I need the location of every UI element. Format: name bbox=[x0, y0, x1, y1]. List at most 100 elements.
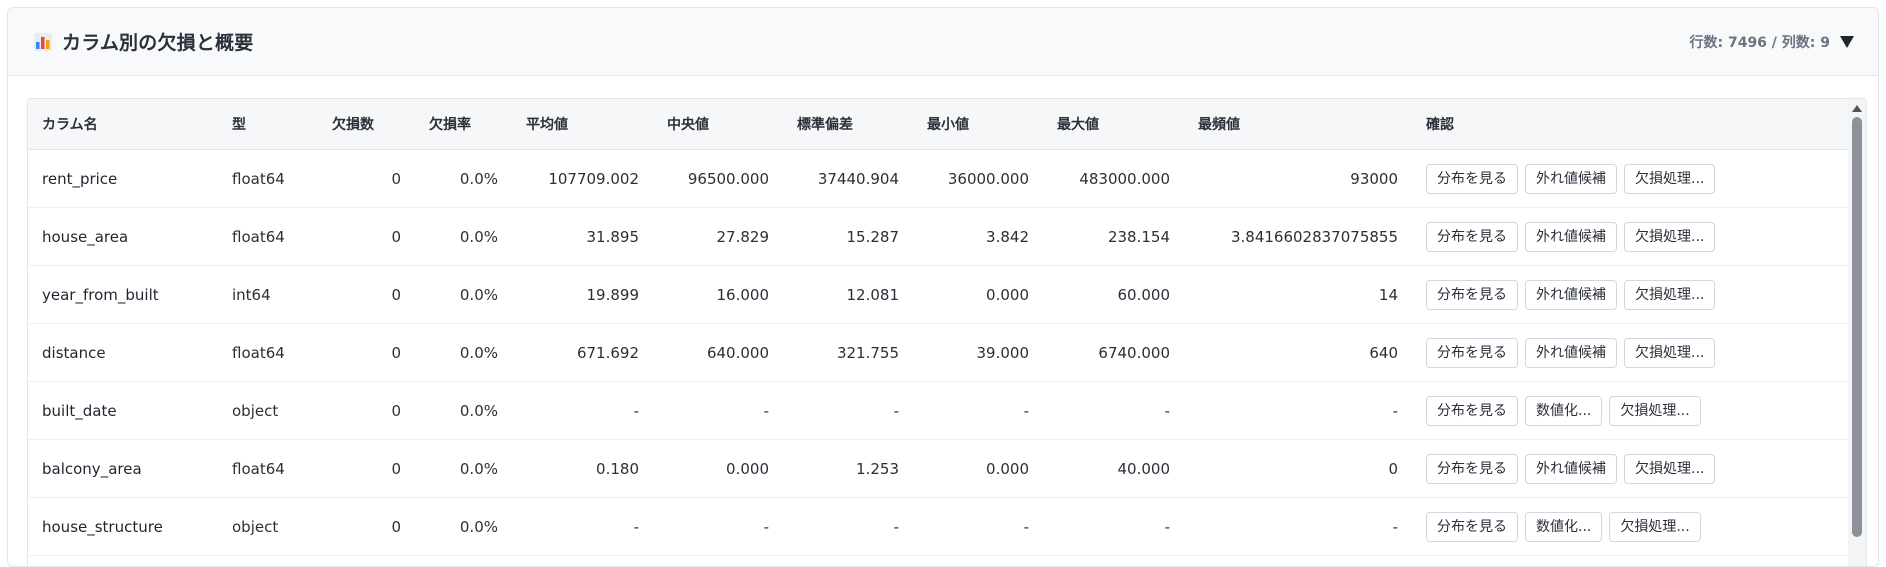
cell-actions: 分布を見る 数値化... 欠損処理... bbox=[1412, 497, 1848, 556]
summary-table-container: カラム名 型 欠損数 欠損率 平均値 中央値 標準偏差 最小値 最大値 最頻値 … bbox=[27, 98, 1867, 566]
vertical-scrollbar[interactable] bbox=[1848, 99, 1866, 566]
header-missing-rate: 欠損率 bbox=[415, 99, 512, 150]
cell-min: 39.000 bbox=[913, 323, 1043, 382]
cell-max: 6740.000 bbox=[1043, 323, 1184, 382]
cell-type: float64 bbox=[218, 149, 318, 208]
cell-mean: 107709.002 bbox=[512, 149, 653, 208]
table-row: balcony_area float64 0 0.0% 0.180 0.000 … bbox=[28, 439, 1848, 498]
cell-min: 36000.000 bbox=[913, 149, 1043, 208]
cell-actions: 分布を見る 数値化... 欠損処理... bbox=[1412, 381, 1848, 440]
missing-handling-button[interactable]: 欠損処理... bbox=[1609, 511, 1701, 542]
view-distribution-button[interactable]: 分布を見る bbox=[1426, 221, 1518, 252]
cell-max: 60.000 bbox=[1043, 265, 1184, 324]
cell-min: 0.000 bbox=[913, 439, 1043, 498]
cell-mode: 3.8416602837075855 bbox=[1184, 207, 1412, 266]
cell-mean: 31.895 bbox=[512, 207, 653, 266]
header-min: 最小値 bbox=[913, 99, 1043, 150]
cell-std: - bbox=[783, 381, 913, 440]
table-header-row: カラム名 型 欠損数 欠損率 平均値 中央値 標準偏差 最小値 最大値 最頻値 … bbox=[28, 99, 1848, 150]
header-median: 中央値 bbox=[653, 99, 783, 150]
header-type: 型 bbox=[218, 99, 318, 150]
cell-median: 27.829 bbox=[653, 207, 783, 266]
cell-mode: 93000 bbox=[1184, 149, 1412, 208]
cell-column-name: balcony_area bbox=[28, 439, 218, 498]
cell-column-name: distance bbox=[28, 323, 218, 382]
outlier-candidates-button[interactable]: 外れ値候補 bbox=[1525, 453, 1617, 484]
cell-max: 238.154 bbox=[1043, 207, 1184, 266]
cell-median: 0.000 bbox=[653, 439, 783, 498]
view-distribution-button[interactable]: 分布を見る bbox=[1426, 511, 1518, 542]
cell-min: - bbox=[913, 497, 1043, 556]
cell-mode: - bbox=[1184, 497, 1412, 556]
numericize-button[interactable]: 数値化... bbox=[1525, 395, 1603, 426]
missing-handling-button[interactable]: 欠損処理... bbox=[1624, 337, 1716, 368]
panel-header[interactable]: カラム別の欠損と概要 行数: 7496 / 列数: 9 bbox=[8, 8, 1878, 76]
cell-std: - bbox=[783, 497, 913, 556]
cell-min: 3.842 bbox=[913, 207, 1043, 266]
scroll-up-arrow-icon[interactable] bbox=[1852, 105, 1862, 112]
cell-median: - bbox=[653, 497, 783, 556]
view-distribution-button[interactable]: 分布を見る bbox=[1426, 279, 1518, 310]
view-distribution-button[interactable]: 分布を見る bbox=[1426, 163, 1518, 194]
cell-column-name: house_structure bbox=[28, 497, 218, 556]
triangle-down-icon[interactable] bbox=[1840, 35, 1854, 48]
cell-std: 15.287 bbox=[783, 207, 913, 266]
cell-mean: 0.180 bbox=[512, 439, 653, 498]
cell-missing-rate: 0.0% bbox=[415, 207, 512, 266]
table-scroll-area[interactable]: カラム名 型 欠損数 欠損率 平均値 中央値 標準偏差 最小値 最大値 最頻値 … bbox=[28, 99, 1848, 566]
row-col-count: 行数: 7496 / 列数: 9 bbox=[1689, 34, 1830, 51]
view-distribution-button[interactable]: 分布を見る bbox=[1426, 337, 1518, 368]
numericize-button[interactable]: 数値化... bbox=[1525, 511, 1603, 542]
cell-actions: 分布を見る 外れ値候補 欠損処理... bbox=[1412, 323, 1848, 382]
view-distribution-button[interactable]: 分布を見る bbox=[1426, 395, 1518, 426]
missing-handling-button[interactable]: 欠損処理... bbox=[1624, 453, 1716, 484]
table-row: year_from_built int64 0 0.0% 19.899 16.0… bbox=[28, 265, 1848, 324]
outlier-candidates-button[interactable]: 外れ値候補 bbox=[1525, 337, 1617, 368]
missing-handling-button[interactable]: 欠損処理... bbox=[1609, 395, 1701, 426]
header-std: 標準偏差 bbox=[783, 99, 913, 150]
missing-handling-button[interactable]: 欠損処理... bbox=[1624, 163, 1716, 194]
cell-type: int64 bbox=[218, 265, 318, 324]
cell-max: 40.000 bbox=[1043, 439, 1184, 498]
cell-missing-count: 0 bbox=[318, 497, 415, 556]
outlier-candidates-button[interactable]: 外れ値候補 bbox=[1525, 221, 1617, 252]
missing-handling-button[interactable]: 欠損処理... bbox=[1624, 279, 1716, 310]
cell-mode: 14 bbox=[1184, 265, 1412, 324]
cell-mean: - bbox=[512, 381, 653, 440]
view-distribution-button[interactable]: 分布を見る bbox=[1426, 453, 1518, 484]
table-row: house_area float64 0 0.0% 31.895 27.829 … bbox=[28, 207, 1848, 266]
table-row: rent_price float64 0 0.0% 107709.002 965… bbox=[28, 149, 1848, 208]
cell-actions: 分布を見る 外れ値候補 欠損処理... bbox=[1412, 439, 1848, 498]
cell-median: 640.000 bbox=[653, 323, 783, 382]
cell-median: 96500.000 bbox=[653, 149, 783, 208]
cell-column-name: year_from_built bbox=[28, 265, 218, 324]
cell-missing-rate: 0.0% bbox=[415, 497, 512, 556]
cell-missing-count: 0 bbox=[318, 149, 415, 208]
scrollbar-thumb[interactable] bbox=[1852, 117, 1862, 537]
table-row: built_date object 0 0.0% - - - - - - 分布を… bbox=[28, 381, 1848, 440]
outlier-candidates-button[interactable]: 外れ値候補 bbox=[1525, 163, 1617, 194]
cell-std: 12.081 bbox=[783, 265, 913, 324]
cell-column-name: house_area bbox=[28, 207, 218, 266]
outlier-candidates-button[interactable]: 外れ値候補 bbox=[1525, 279, 1617, 310]
cell-actions: 分布を見る 外れ値候補 欠損処理... bbox=[1412, 207, 1848, 266]
cell-min: 0.000 bbox=[913, 265, 1043, 324]
cell-std: 37440.904 bbox=[783, 149, 913, 208]
cell-missing-rate: 0.0% bbox=[415, 439, 512, 498]
cell-missing-count: 0 bbox=[318, 323, 415, 382]
cell-type: object bbox=[218, 497, 318, 556]
cell-type: float64 bbox=[218, 439, 318, 498]
cell-min: - bbox=[913, 381, 1043, 440]
missing-handling-button[interactable]: 欠損処理... bbox=[1624, 221, 1716, 252]
cell-mode: - bbox=[1184, 381, 1412, 440]
cell-actions: 分布を見る 外れ値候補 欠損処理... bbox=[1412, 149, 1848, 208]
cell-max: - bbox=[1043, 381, 1184, 440]
header-mode: 最頻値 bbox=[1184, 99, 1412, 150]
cell-mode: 640 bbox=[1184, 323, 1412, 382]
cell-type: float64 bbox=[218, 323, 318, 382]
meta-wrap: 行数: 7496 / 列数: 9 bbox=[1689, 32, 1854, 52]
cell-max: 483000.000 bbox=[1043, 149, 1184, 208]
cell-median: - bbox=[653, 381, 783, 440]
summary-table: カラム名 型 欠損数 欠損率 平均値 中央値 標準偏差 最小値 最大値 最頻値 … bbox=[28, 99, 1848, 556]
cell-missing-rate: 0.0% bbox=[415, 149, 512, 208]
